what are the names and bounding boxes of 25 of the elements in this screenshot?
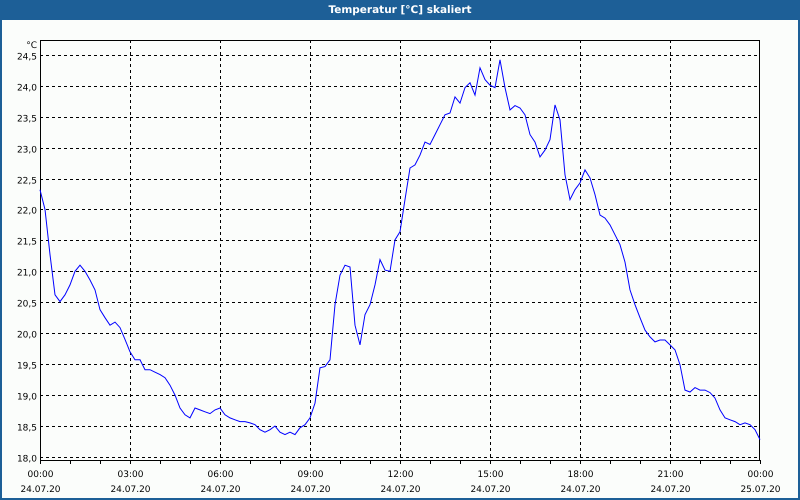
y-axis-tick-label: 18,5 xyxy=(16,424,37,434)
y-axis-tick-label: 21,5 xyxy=(16,238,37,248)
x-axis-tick-label: 00:00 25.07.20 xyxy=(740,470,781,495)
y-axis-unit-label: °C xyxy=(26,41,37,51)
x-axis-tick-label: 18:00 24.07.20 xyxy=(560,470,601,495)
y-axis-tick-label: 24,0 xyxy=(16,84,37,94)
x-axis-tick-label: 15:00 24.07.20 xyxy=(470,470,511,495)
y-axis-tick-label: 23,5 xyxy=(16,114,37,124)
y-axis-tick-label: 22,5 xyxy=(16,176,37,186)
x-axis-tick-label: 06:00 24.07.20 xyxy=(200,470,241,495)
x-axis-tick-label: 03:00 24.07.20 xyxy=(110,470,151,495)
y-axis-tick-label: 20,0 xyxy=(16,330,37,340)
x-axis-tick-label: 09:00 24.07.20 xyxy=(290,470,331,495)
x-axis-tick-label: 00:00 24.07.20 xyxy=(20,470,61,495)
x-axis-tick-label: 21:00 24.07.20 xyxy=(650,470,691,495)
y-axis-tick-label: 19,5 xyxy=(16,362,37,372)
y-axis-tick-label: 23,0 xyxy=(16,146,37,156)
y-axis-tick-label: 20,5 xyxy=(16,300,37,310)
x-axis-tick-label: 12:00 24.07.20 xyxy=(380,470,421,495)
y-axis-tick-label: 24,5 xyxy=(16,52,37,62)
y-axis-tick-label: 22,0 xyxy=(16,206,37,216)
y-axis-tick-label: 19,0 xyxy=(16,392,37,402)
y-axis-tick-label: 21,0 xyxy=(16,268,37,278)
y-axis-tick-label: 18,0 xyxy=(16,454,37,464)
window-title: Temperatur [°C] skaliert xyxy=(328,4,472,16)
